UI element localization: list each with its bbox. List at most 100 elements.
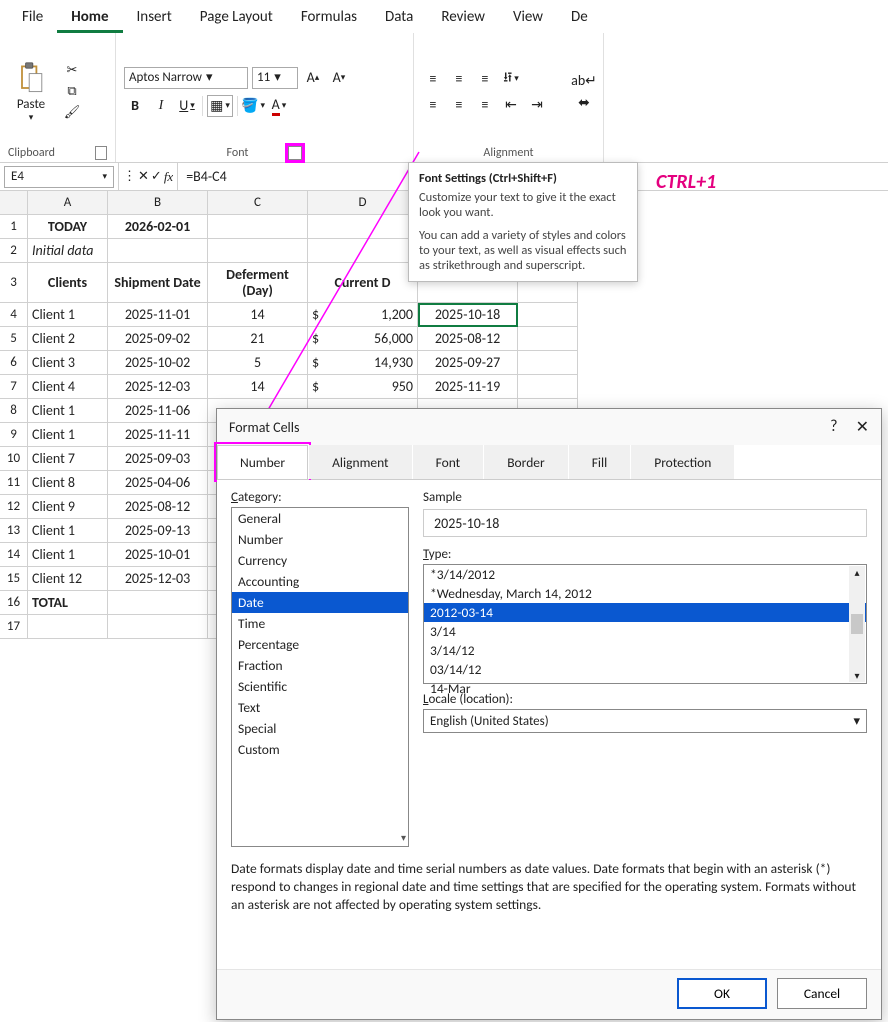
- cell[interactable]: TOTAL: [28, 591, 108, 615]
- col-header-D[interactable]: D: [308, 191, 418, 215]
- category-item[interactable]: Fraction: [232, 655, 408, 676]
- align-bottom-icon[interactable]: ≡: [474, 68, 496, 90]
- row-header-6[interactable]: 6: [0, 351, 28, 375]
- cell[interactable]: Client 3: [28, 351, 108, 375]
- font-dialog-launcher[interactable]: [288, 146, 302, 160]
- cell[interactable]: [108, 591, 208, 615]
- cell[interactable]: $14,930: [308, 351, 418, 375]
- cell[interactable]: Client 1: [28, 519, 108, 543]
- tab-protection[interactable]: Protection: [631, 445, 734, 479]
- category-item[interactable]: Percentage: [232, 634, 408, 655]
- ok-button[interactable]: OK: [677, 978, 767, 1009]
- menu-data[interactable]: Data: [371, 4, 427, 33]
- cell[interactable]: [108, 615, 208, 639]
- type-item[interactable]: 03/14/12: [424, 660, 866, 679]
- cell[interactable]: 2025-12-03: [108, 375, 208, 399]
- cell[interactable]: Client 1: [28, 543, 108, 567]
- cell[interactable]: 2025-12-03: [108, 567, 208, 591]
- row-header-2[interactable]: 2: [0, 239, 28, 263]
- clipboard-dialog-launcher[interactable]: [95, 146, 107, 160]
- cell[interactable]: [28, 615, 108, 639]
- select-all-corner[interactable]: [0, 191, 28, 215]
- cell[interactable]: Client 1: [28, 303, 108, 327]
- category-item[interactable]: Text: [232, 697, 408, 718]
- cell[interactable]: 14: [208, 375, 308, 399]
- bold-button[interactable]: B: [124, 95, 146, 117]
- row-header-15[interactable]: 15: [0, 567, 28, 591]
- cell[interactable]: 21: [208, 327, 308, 351]
- italic-button[interactable]: I: [150, 95, 172, 117]
- cell[interactable]: [108, 239, 208, 263]
- menu-formulas[interactable]: Formulas: [287, 4, 371, 33]
- cell[interactable]: $56,000: [308, 327, 418, 351]
- borders-button[interactable]: ▦: [207, 95, 233, 117]
- row-header-11[interactable]: 11: [0, 471, 28, 495]
- cell[interactable]: [208, 239, 308, 263]
- cell[interactable]: Shipment Date: [108, 263, 208, 303]
- cell[interactable]: 2025-09-27: [418, 351, 518, 375]
- cell[interactable]: [518, 327, 578, 351]
- category-item[interactable]: Date: [232, 592, 408, 613]
- cell[interactable]: 2025-09-13: [108, 519, 208, 543]
- category-item[interactable]: Scientific: [232, 676, 408, 697]
- align-right-icon[interactable]: ≡: [474, 94, 496, 116]
- increase-indent-icon[interactable]: ⇥: [526, 94, 548, 116]
- menu-review[interactable]: Review: [427, 4, 499, 33]
- cell[interactable]: [308, 215, 418, 239]
- tab-fill[interactable]: Fill: [569, 445, 631, 479]
- cell[interactable]: [308, 239, 418, 263]
- category-listbox[interactable]: GeneralNumberCurrencyAccountingDateTimeP…: [231, 507, 409, 847]
- category-item[interactable]: Number: [232, 529, 408, 550]
- name-box-dropdown-icon[interactable]: ⋮: [123, 169, 136, 184]
- type-item[interactable]: *Wednesday, March 14, 2012: [424, 584, 866, 603]
- row-header-5[interactable]: 5: [0, 327, 28, 351]
- row-header-3[interactable]: 3: [0, 263, 28, 303]
- cell[interactable]: Clients: [28, 263, 108, 303]
- row-header-17[interactable]: 17: [0, 615, 28, 639]
- fill-color-button[interactable]: 🪣: [242, 95, 264, 117]
- cell[interactable]: 2025-04-06: [108, 471, 208, 495]
- menu-page-layout[interactable]: Page Layout: [186, 4, 287, 33]
- cell[interactable]: [518, 351, 578, 375]
- cut-icon[interactable]: ✂: [62, 63, 82, 78]
- type-item[interactable]: 3/14/12: [424, 641, 866, 660]
- cell[interactable]: 2025-10-02: [108, 351, 208, 375]
- locale-combo[interactable]: English (United States)▾: [423, 709, 867, 733]
- cell[interactable]: [518, 303, 578, 327]
- align-middle-icon[interactable]: ≡: [448, 68, 470, 90]
- enter-icon[interactable]: ✓: [151, 169, 162, 184]
- cell[interactable]: 2025-08-12: [418, 327, 518, 351]
- row-header-10[interactable]: 10: [0, 447, 28, 471]
- menu-insert[interactable]: Insert: [123, 4, 186, 33]
- cell[interactable]: Client 8: [28, 471, 108, 495]
- increase-font-icon[interactable]: A▴: [302, 67, 324, 89]
- type-item[interactable]: 2012-03-14: [424, 603, 866, 622]
- cancel-icon[interactable]: ✕: [138, 169, 149, 184]
- cell[interactable]: [518, 375, 578, 399]
- wrap-text-icon[interactable]: ab↵: [573, 70, 595, 92]
- cell[interactable]: 2025-11-01: [108, 303, 208, 327]
- row-header-8[interactable]: 8: [0, 399, 28, 423]
- cell[interactable]: 2026-02-01: [108, 215, 208, 239]
- cell[interactable]: 2025-09-02: [108, 327, 208, 351]
- tab-number[interactable]: Number: [217, 445, 308, 479]
- col-header-A[interactable]: A: [28, 191, 108, 215]
- category-item[interactable]: Special: [232, 718, 408, 739]
- row-header-14[interactable]: 14: [0, 543, 28, 567]
- category-item[interactable]: Accounting: [232, 571, 408, 592]
- category-item[interactable]: Currency: [232, 550, 408, 571]
- cell[interactable]: 2025-10-01: [108, 543, 208, 567]
- type-item[interactable]: 3/14: [424, 622, 866, 641]
- col-header-C[interactable]: C: [208, 191, 308, 215]
- tab-alignment[interactable]: Alignment: [309, 445, 411, 479]
- merge-center-icon[interactable]: ⬌: [573, 92, 595, 114]
- cell[interactable]: 2025-11-06: [108, 399, 208, 423]
- cell[interactable]: 2025-10-18: [418, 303, 518, 327]
- menu-view[interactable]: View: [499, 4, 557, 33]
- tab-font[interactable]: Font: [413, 445, 484, 479]
- cell[interactable]: 2025-11-11: [108, 423, 208, 447]
- cell[interactable]: Client 1: [28, 423, 108, 447]
- row-header-1[interactable]: 1: [0, 215, 28, 239]
- row-header-4[interactable]: 4: [0, 303, 28, 327]
- paste-button[interactable]: Paste ▾: [8, 57, 54, 127]
